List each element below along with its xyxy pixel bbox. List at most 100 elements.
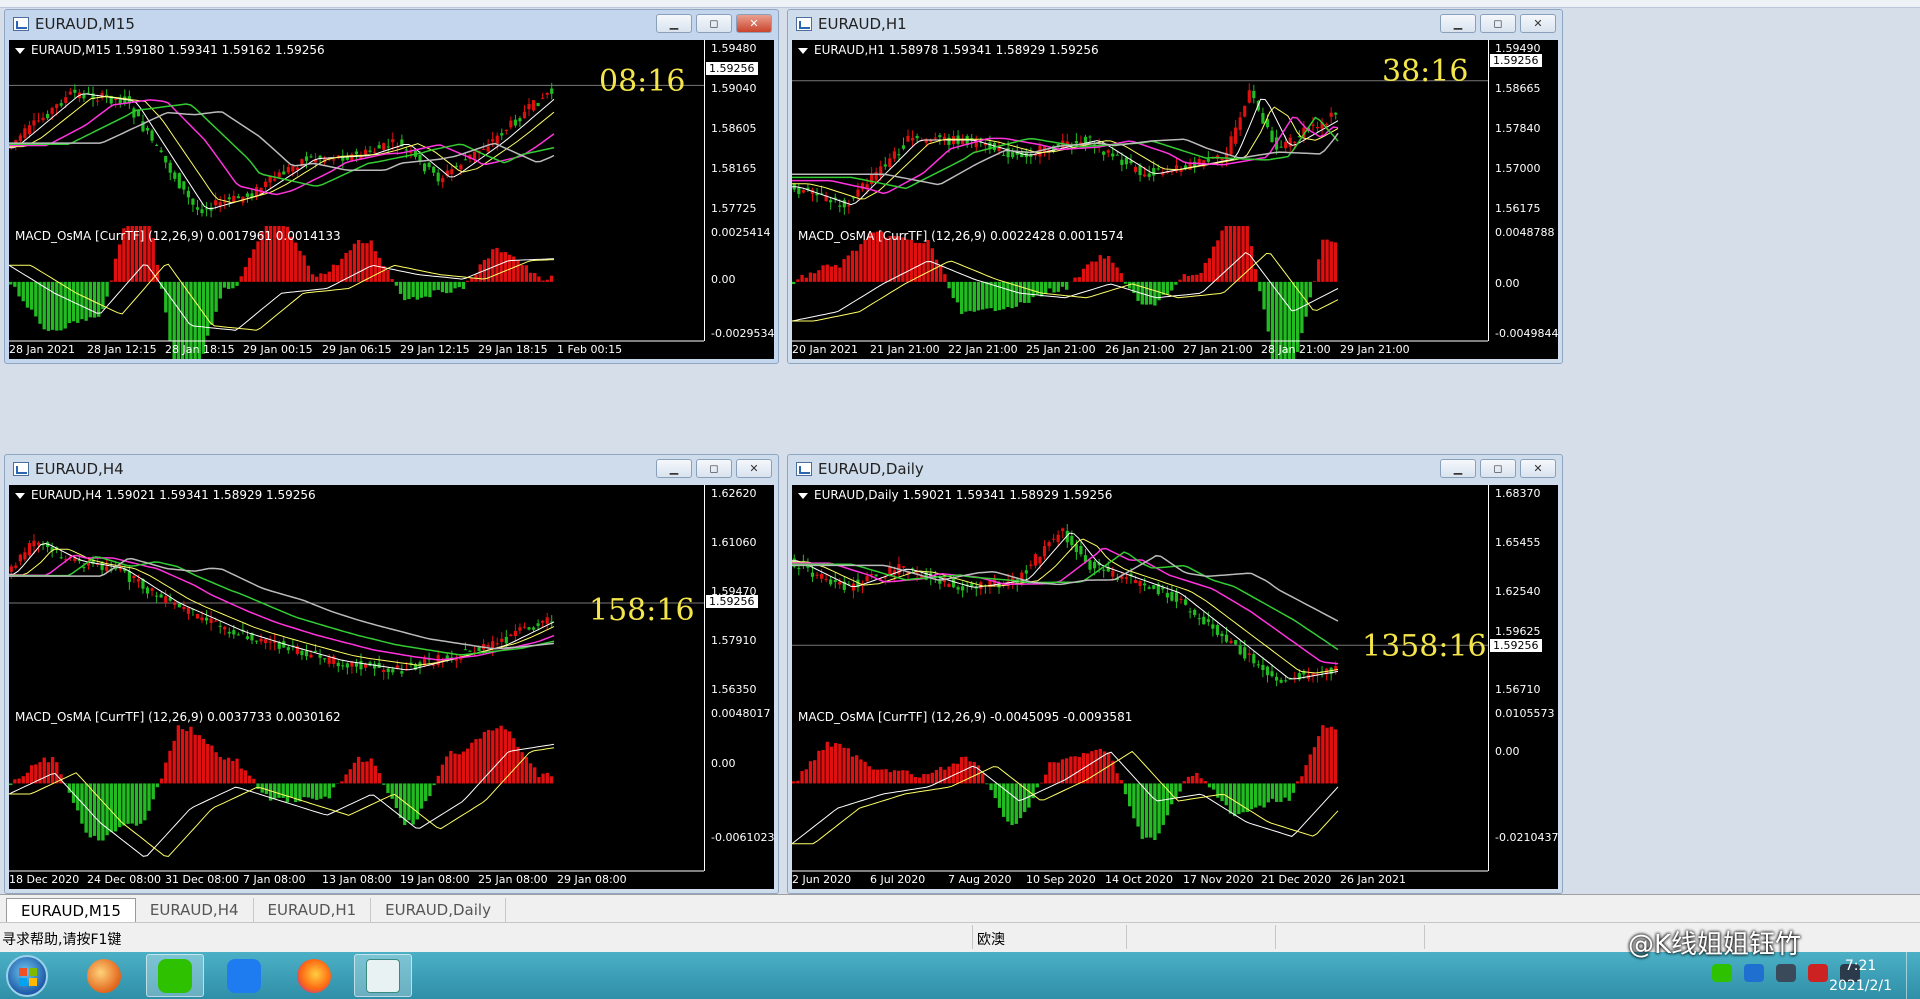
candle-body bbox=[195, 613, 200, 619]
histogram-bar bbox=[943, 769, 947, 784]
minimize-button[interactable]: ▁ bbox=[656, 14, 692, 33]
candle-body bbox=[1079, 546, 1083, 555]
histogram-bar bbox=[289, 783, 294, 798]
histogram-bar bbox=[821, 265, 825, 282]
window-titlebar[interactable]: EURAUD,H1 ▁ ◻ ✕ bbox=[788, 10, 1562, 38]
histogram-bar bbox=[537, 777, 541, 784]
histogram-bar bbox=[138, 783, 143, 824]
candle-body bbox=[1238, 645, 1242, 655]
chart-body[interactable]: EURAUD,H4 1.59021 1.59341 1.58929 1.5925… bbox=[9, 485, 774, 889]
window-titlebar[interactable]: EURAUD,Daily ▁ ◻ ✕ bbox=[788, 455, 1562, 483]
chart-window-h1[interactable]: EURAUD,H1 ▁ ◻ ✕ EURAUD,H1 1.58978 1.5934… bbox=[787, 9, 1563, 364]
price-pane[interactable]: EURAUD,H4 1.59021 1.59341 1.58929 1.5925… bbox=[9, 485, 774, 707]
chart-body[interactable]: EURAUD,M15 1.59180 1.59341 1.59162 1.592… bbox=[9, 40, 774, 359]
histogram-bar bbox=[298, 783, 302, 802]
histogram-bar bbox=[960, 757, 964, 784]
price-chart[interactable] bbox=[792, 485, 1558, 707]
close-button[interactable]: ✕ bbox=[1520, 459, 1556, 478]
wechat-icon[interactable] bbox=[146, 954, 204, 997]
window-titlebar[interactable]: EURAUD,M15 ▁ ◻ ✕ bbox=[5, 10, 778, 38]
histogram-bar bbox=[298, 250, 302, 282]
chart-window-m15[interactable]: EURAUD,M15 ▁ ◻ ✕ EURAUD,M15 1.59180 1.59… bbox=[4, 9, 779, 364]
maximize-button[interactable]: ◻ bbox=[696, 459, 732, 478]
histogram-bar bbox=[1291, 783, 1296, 793]
close-button[interactable]: ✕ bbox=[736, 459, 772, 478]
histogram-bar bbox=[1119, 273, 1123, 282]
tab-euraud-h1[interactable]: EURAUD,H1 bbox=[254, 898, 372, 922]
minimize-button[interactable]: ▁ bbox=[1440, 14, 1476, 33]
candle-body bbox=[264, 181, 268, 188]
price-axis-label: 1.59480 bbox=[711, 42, 757, 55]
histogram-bar bbox=[1329, 241, 1333, 282]
macd-chart[interactable] bbox=[9, 226, 774, 359]
media-player-icon[interactable] bbox=[75, 954, 133, 997]
macd-pane[interactable]: MACD_OsMA [CurrTF] (12,26,9) 0.0037733 0… bbox=[9, 707, 774, 889]
candle-body bbox=[164, 596, 168, 604]
histogram-bar bbox=[398, 783, 403, 818]
moving-average-line bbox=[9, 556, 555, 656]
maximize-button[interactable]: ◻ bbox=[1480, 459, 1516, 478]
maximize-button[interactable]: ◻ bbox=[696, 14, 732, 33]
dropdown-triangle-icon[interactable] bbox=[798, 492, 808, 499]
macd-pane[interactable]: MACD_OsMA [CurrTF] (12,26,9) 0.0017961 0… bbox=[9, 226, 774, 359]
close-button[interactable]: ✕ bbox=[736, 14, 772, 33]
macd-chart[interactable] bbox=[9, 707, 774, 889]
macd-pane[interactable]: MACD_OsMA [CurrTF] (12,26,9) -0.0045095 … bbox=[792, 707, 1558, 889]
tab-euraud-daily[interactable]: EURAUD,Daily bbox=[371, 898, 506, 922]
taskbar-clock[interactable]: 7:21 2021/2/1 bbox=[1829, 956, 1892, 996]
histogram-bar bbox=[1207, 258, 1212, 282]
network-tray-icon[interactable] bbox=[1776, 964, 1796, 982]
shield-tray-icon[interactable] bbox=[1744, 964, 1764, 982]
histogram-bar bbox=[155, 783, 160, 788]
candle-body bbox=[105, 566, 109, 571]
histogram-bar bbox=[235, 758, 239, 784]
histogram-bar bbox=[1098, 255, 1102, 282]
histogram-bar bbox=[1254, 269, 1258, 282]
moving-average-line bbox=[9, 103, 555, 187]
histogram-bar bbox=[1073, 277, 1077, 282]
window-titlebar[interactable]: EURAUD,H4 ▁ ◻ ✕ bbox=[5, 455, 778, 483]
histogram-bar bbox=[1182, 781, 1186, 784]
dropdown-triangle-icon[interactable] bbox=[15, 492, 25, 499]
note-icon[interactable] bbox=[215, 954, 273, 997]
tab-euraud-h4[interactable]: EURAUD,H4 bbox=[136, 898, 254, 922]
candle-body bbox=[150, 588, 154, 591]
maximize-button[interactable]: ◻ bbox=[1480, 14, 1516, 33]
minimize-button[interactable]: ▁ bbox=[1440, 459, 1476, 478]
minimize-button[interactable]: ▁ bbox=[656, 459, 692, 478]
histogram-bar bbox=[449, 750, 453, 784]
trading-terminal-icon[interactable] bbox=[354, 954, 412, 997]
windows-start-icon[interactable] bbox=[6, 955, 48, 997]
chart-window-daily[interactable]: EURAUD,Daily ▁ ◻ ✕ EURAUD,Daily 1.59021 … bbox=[787, 454, 1563, 894]
macd-chart[interactable] bbox=[792, 707, 1558, 889]
candle-body bbox=[883, 577, 887, 579]
chart-window-h4[interactable]: EURAUD,H4 ▁ ◻ ✕ EURAUD,H4 1.59021 1.5934… bbox=[4, 454, 779, 894]
time-axis-label: 20 Jan 2021 bbox=[792, 343, 858, 356]
histogram-bar bbox=[520, 265, 524, 282]
candle-body bbox=[436, 172, 440, 182]
macd-chart[interactable] bbox=[792, 226, 1558, 359]
price-pane[interactable]: EURAUD,H1 1.58978 1.59341 1.58929 1.5925… bbox=[792, 40, 1558, 226]
time-axis-label: 29 Jan 12:15 bbox=[400, 343, 470, 356]
chart-body[interactable]: EURAUD,Daily 1.59021 1.59341 1.58929 1.5… bbox=[792, 485, 1558, 889]
histogram-bar bbox=[453, 281, 457, 289]
dropdown-triangle-icon[interactable] bbox=[798, 47, 808, 54]
firefox-icon[interactable] bbox=[285, 954, 343, 997]
chart-body[interactable]: EURAUD,H1 1.58978 1.59341 1.58929 1.5925… bbox=[792, 40, 1558, 359]
candle-body bbox=[1315, 126, 1320, 129]
volume-muted-tray-icon[interactable] bbox=[1808, 964, 1828, 982]
histogram-bar bbox=[1325, 727, 1329, 784]
dropdown-triangle-icon[interactable] bbox=[15, 47, 25, 54]
histogram-bar bbox=[9, 783, 13, 786]
histogram-bar bbox=[800, 274, 804, 282]
show-desktop-button[interactable] bbox=[1906, 952, 1920, 999]
candle-body bbox=[259, 638, 263, 642]
histogram-bar bbox=[323, 273, 327, 282]
price-pane[interactable]: EURAUD,M15 1.59180 1.59341 1.59162 1.592… bbox=[9, 40, 774, 226]
wechat-tray-icon[interactable] bbox=[1712, 964, 1732, 982]
price-pane[interactable]: EURAUD,Daily 1.59021 1.59341 1.58929 1.5… bbox=[792, 485, 1558, 707]
close-button[interactable]: ✕ bbox=[1520, 14, 1556, 33]
tab-euraud-m15[interactable]: EURAUD,M15 bbox=[6, 898, 136, 922]
macd-pane[interactable]: MACD_OsMA [CurrTF] (12,26,9) 0.0022428 0… bbox=[792, 226, 1558, 359]
status-profile[interactable]: 欧澳 bbox=[972, 925, 1122, 949]
